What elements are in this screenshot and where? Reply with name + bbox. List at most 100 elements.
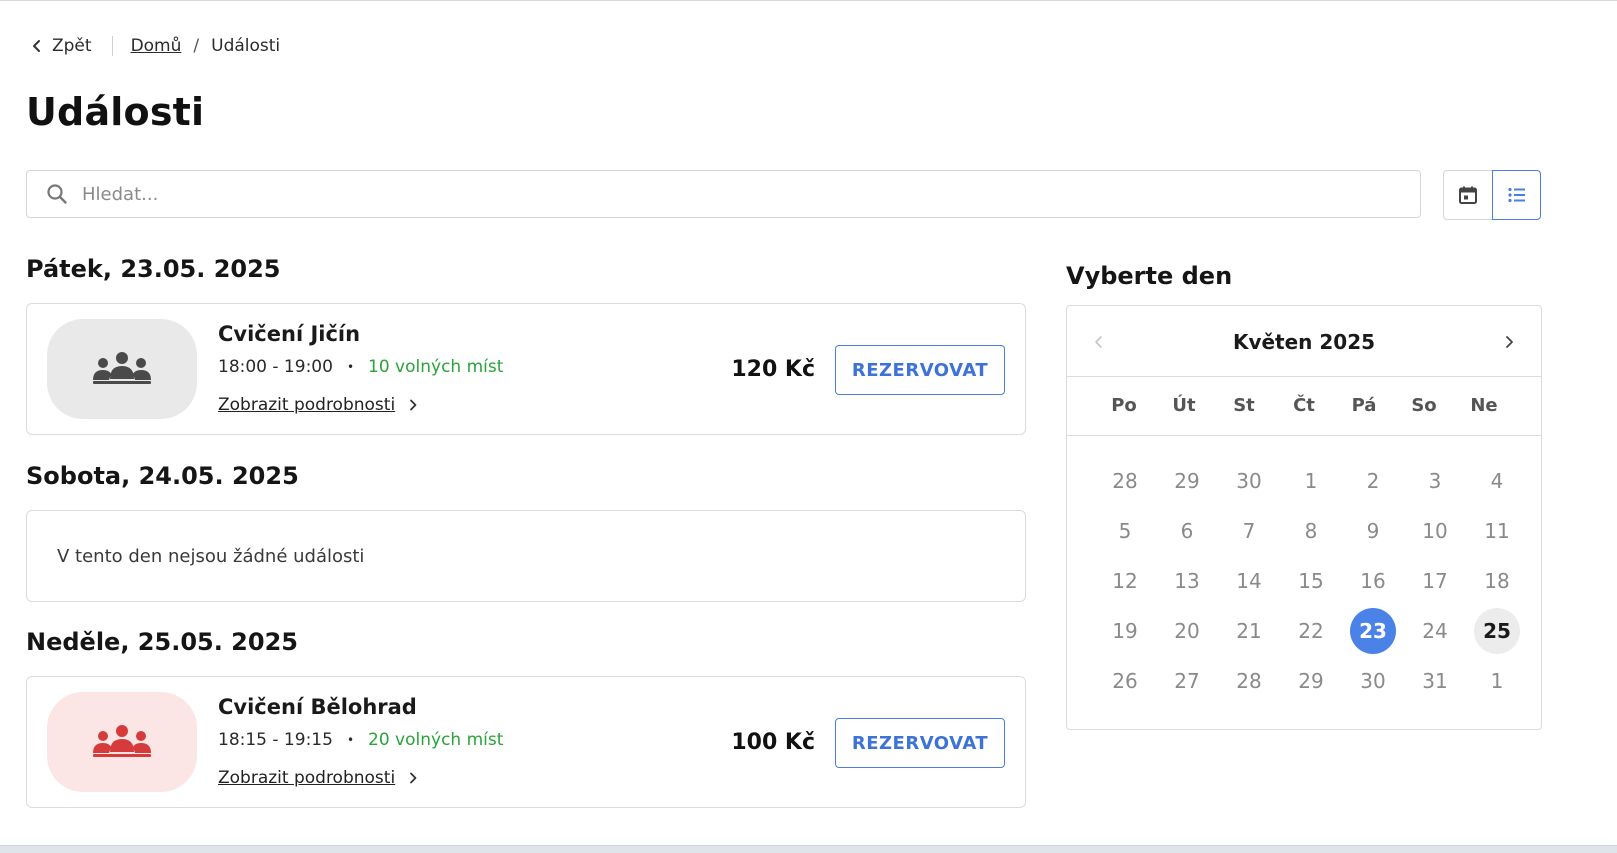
list-view-button[interactable] [1492, 170, 1541, 220]
day-heading: Neděle, 25.05. 2025 [26, 628, 298, 656]
list-icon [1507, 187, 1525, 203]
group-icon [93, 352, 151, 384]
search-input[interactable] [80, 182, 1420, 206]
event-spots: 10 volných míst [368, 357, 504, 377]
calendar-day[interactable]: 19 [1094, 606, 1156, 656]
event-meta: 18:15 - 19:15 • 20 volných míst [218, 730, 503, 750]
day-heading: Pátek, 23.05. 2025 [26, 255, 281, 283]
calendar-day[interactable]: 21 [1218, 606, 1280, 656]
calendar-day[interactable]: 18 [1466, 556, 1528, 606]
calendar-day[interactable]: 25 [1466, 606, 1528, 656]
page-title: Události [26, 90, 205, 134]
event-spots: 20 volných míst [368, 730, 504, 750]
event-details-label: Zobrazit podrobnosti [218, 395, 396, 415]
calendar-day-number: 18 [1484, 569, 1510, 593]
calendar-day[interactable]: 27 [1156, 656, 1218, 706]
meta-bullet: • [346, 733, 355, 747]
calendar-day[interactable]: 1 [1280, 456, 1342, 506]
event-details-link[interactable]: Zobrazit podrobnosti [218, 395, 419, 415]
top-border [0, 0, 1617, 1]
search-icon [47, 184, 67, 204]
weekday-label: Út [1172, 395, 1196, 416]
calendar-day[interactable]: 30 [1218, 456, 1280, 506]
calendar-day-number: 3 [1428, 469, 1442, 493]
calendar-day[interactable]: 31 [1404, 656, 1466, 706]
calendar-day[interactable]: 7 [1218, 506, 1280, 556]
calendar-day[interactable]: 10 [1404, 506, 1466, 556]
calendar-day-number: 31 [1422, 669, 1448, 693]
back-button[interactable]: Zpět [30, 36, 92, 56]
calendar-day-number: 26 [1112, 669, 1138, 693]
calendar-day-number: 7 [1242, 519, 1256, 543]
calendar-day[interactable]: 13 [1156, 556, 1218, 606]
calendar-day-number: 2 [1366, 469, 1380, 493]
breadcrumb-divider [111, 36, 113, 56]
event-time: 18:00 - 19:00 [218, 357, 333, 377]
calendar-day[interactable]: 30 [1342, 656, 1404, 706]
calendar-day[interactable]: 3 [1404, 456, 1466, 506]
calendar-day-number: 29 [1174, 469, 1200, 493]
calendar-day-number: 23 [1350, 608, 1396, 654]
calendar-day[interactable]: 14 [1218, 556, 1280, 606]
calendar-day[interactable]: 24 [1404, 606, 1466, 656]
calendar-day-number: 12 [1112, 569, 1138, 593]
day-heading: Sobota, 24.05. 2025 [26, 462, 299, 490]
calendar-day[interactable]: 12 [1094, 556, 1156, 606]
calendar-day[interactable]: 22 [1280, 606, 1342, 656]
chevron-right-icon [1506, 336, 1513, 348]
calendar-day-number: 30 [1236, 469, 1262, 493]
book-button[interactable]: REZERVOVAT [835, 718, 1005, 768]
calendar-day[interactable]: 23 [1342, 606, 1404, 656]
calendar-day-number: 1 [1304, 469, 1318, 493]
calendar-day[interactable]: 2 [1342, 456, 1404, 506]
event-details-link[interactable]: Zobrazit podrobnosti [218, 768, 419, 788]
calendar-day[interactable]: 28 [1218, 656, 1280, 706]
calendar-day-number: 6 [1180, 519, 1194, 543]
empty-day-message: V tento den nejsou žádné události [57, 546, 365, 567]
calendar-day[interactable]: 26 [1094, 656, 1156, 706]
event-price: 100 Kč [731, 730, 815, 755]
weekday-label: Čt [1293, 395, 1315, 416]
calendar-day-number: 30 [1360, 669, 1386, 693]
empty-day-card: V tento den nejsou žádné události [26, 510, 1026, 602]
calendar-day[interactable]: 11 [1466, 506, 1528, 556]
calendar-day[interactable]: 16 [1342, 556, 1404, 606]
weekday-label: Ne [1470, 395, 1498, 416]
calendar-day-number: 8 [1304, 519, 1318, 543]
calendar-month-label: Květen 2025 [1232, 330, 1376, 354]
calendar-day[interactable]: 6 [1156, 506, 1218, 556]
calendar-day[interactable]: 4 [1466, 456, 1528, 506]
calendar-day[interactable]: 15 [1280, 556, 1342, 606]
event-name: Cvičení Jičín [218, 322, 361, 346]
calendar-day[interactable]: 29 [1280, 656, 1342, 706]
calendar-day[interactable]: 29 [1156, 456, 1218, 506]
calendar-day-number: 16 [1360, 569, 1386, 593]
event-name: Cvičení Bělohrad [218, 695, 417, 719]
event-details-label: Zobrazit podrobnosti [218, 768, 396, 788]
calendar-day[interactable]: 5 [1094, 506, 1156, 556]
group-icon [93, 725, 151, 757]
calendar-icon [1459, 186, 1477, 204]
calendar-day[interactable]: 1 [1466, 656, 1528, 706]
calendar-day-number: 20 [1174, 619, 1200, 643]
calendar-day-number: 25 [1474, 608, 1520, 654]
calendar-day[interactable]: 9 [1342, 506, 1404, 556]
breadcrumb-home-link[interactable]: Domů [131, 36, 182, 56]
calendar-day[interactable]: 28 [1094, 456, 1156, 506]
weekday-label: So [1411, 395, 1437, 416]
breadcrumb-current: Události [211, 36, 281, 56]
event-meta: 18:00 - 19:00 • 10 volných míst [218, 357, 503, 377]
book-button[interactable]: REZERVOVAT [835, 345, 1005, 395]
calendar-day[interactable]: 17 [1404, 556, 1466, 606]
calendar-day[interactable]: 8 [1280, 506, 1342, 556]
calendar-heading: Vyberte den [1066, 262, 1233, 290]
calendar-day[interactable]: 20 [1156, 606, 1218, 656]
calendar-view-button[interactable] [1443, 170, 1492, 220]
event-card: Cvičení Jičín 18:00 - 19:00 • 10 volných… [26, 303, 1026, 435]
calendar-day-number: 28 [1236, 669, 1262, 693]
calendar-day-number: 14 [1236, 569, 1262, 593]
calendar-day-number: 28 [1112, 469, 1138, 493]
next-month-button[interactable] [1499, 332, 1519, 352]
calendar-day-number: 22 [1298, 619, 1324, 643]
calendar-grid: 28 29 30 1 2 3 4 5 6 7 8 9 10 11 12 13 14 15 16 17 18 19 20 21 2… [1094, 456, 1528, 706]
